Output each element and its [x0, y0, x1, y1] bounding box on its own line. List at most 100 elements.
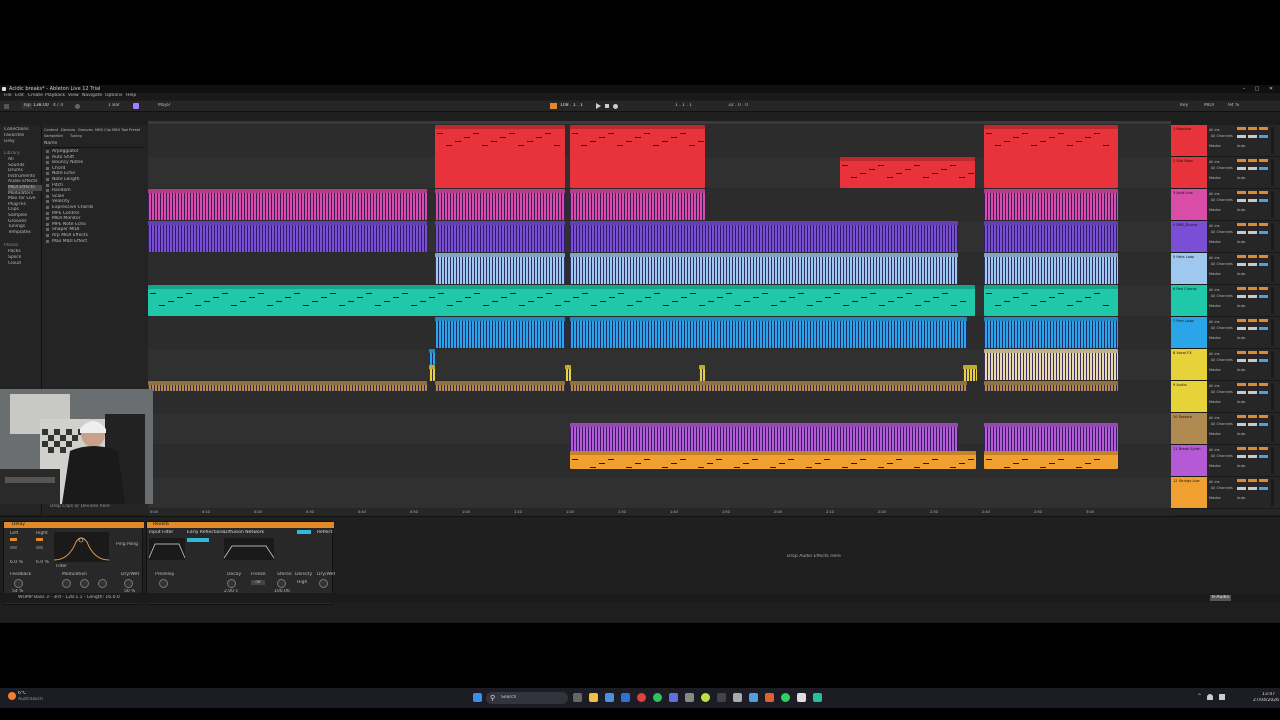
- audio-clip[interactable]: [435, 381, 565, 391]
- monitor-selector[interactable]: Auto: [1237, 335, 1245, 341]
- audio-clip[interactable]: [570, 221, 958, 252]
- audio-clip[interactable]: [148, 189, 427, 220]
- audio-clip[interactable]: [963, 365, 977, 381]
- track-arm-button[interactable]: [1259, 327, 1268, 330]
- track-name[interactable]: 11 Break Synth: [1173, 446, 1201, 452]
- ableton-icon[interactable]: [797, 693, 806, 702]
- arrangement-track-lane[interactable]: [148, 477, 1171, 509]
- audio-clip[interactable]: [699, 365, 705, 381]
- browser-item[interactable]: Random: [44, 188, 144, 193]
- mixer-track-row[interactable]: 3 Acid Line All Ins All Channels Master Auto: [1171, 189, 1280, 221]
- metronome-quantize[interactable]: 1 Bar: [108, 103, 120, 109]
- browser-filter-subtab[interactable]: Tuning: [70, 133, 82, 139]
- monitor-selector[interactable]: Auto: [1237, 239, 1245, 245]
- track-volume-field[interactable]: [1237, 287, 1246, 290]
- audio-clip[interactable]: [429, 349, 435, 365]
- mixer-track-row[interactable]: 7 Perc Loop All Ins All Channels Master Auto: [1171, 317, 1280, 349]
- browser-item[interactable]: Pitch: [44, 183, 144, 188]
- taskbar-search-box[interactable]: ⚲ Search: [486, 692, 568, 704]
- track-send-field[interactable]: [1259, 287, 1268, 290]
- track-solo-button[interactable]: [1248, 455, 1257, 458]
- track-send-field[interactable]: [1259, 479, 1268, 482]
- input-channel-selector[interactable]: All Channels: [1211, 293, 1233, 299]
- input-channel-selector[interactable]: All Channels: [1211, 357, 1233, 363]
- track-send-field[interactable]: [1259, 159, 1268, 162]
- clip-header[interactable]: [570, 451, 976, 455]
- whatsapp-icon[interactable]: [653, 693, 662, 702]
- track-send-field[interactable]: [1259, 223, 1268, 226]
- output-selector[interactable]: Master: [1209, 143, 1221, 149]
- loop-length-field[interactable]: 32 . 0 . 0: [728, 103, 748, 109]
- menu-navigate[interactable]: Navigate: [82, 93, 102, 99]
- input-channel-selector[interactable]: All Channels: [1211, 165, 1233, 171]
- track-send-field[interactable]: [1259, 415, 1268, 418]
- mixer-track-row[interactable]: 6 Pad Chords All Ins All Channels Master Aut…: [1171, 285, 1280, 317]
- play-icon[interactable]: [596, 103, 601, 109]
- clock-date[interactable]: 27/04/2026: [1253, 698, 1279, 704]
- track-header[interactable]: 8 Vocal FX: [1171, 349, 1207, 380]
- monitor-selector[interactable]: Auto: [1237, 367, 1245, 373]
- output-selector[interactable]: Master: [1209, 271, 1221, 277]
- track-arm-button[interactable]: [1259, 231, 1268, 234]
- browser-item[interactable]: Arpeggiator: [44, 149, 144, 154]
- audio-clip[interactable]: [429, 365, 435, 381]
- browser-filter-subtab[interactable]: Sample: [44, 133, 57, 139]
- track-solo-button[interactable]: [1248, 167, 1257, 170]
- track-name[interactable]: 2 Sub Bass: [1173, 158, 1193, 164]
- track-solo-button[interactable]: [1248, 359, 1257, 362]
- browser-item[interactable]: Shaper MIDI: [44, 227, 144, 232]
- input-channel-selector[interactable]: All Channels: [1211, 261, 1233, 267]
- delay-sync-left[interactable]: [10, 538, 17, 541]
- track-arm-button[interactable]: [1259, 391, 1268, 394]
- clip-header[interactable]: [435, 125, 565, 129]
- song-position[interactable]: 108 . 1 . 1: [560, 103, 583, 109]
- app-icon-3[interactable]: [717, 693, 726, 702]
- ext-sync-icon[interactable]: [4, 104, 9, 109]
- track-name[interactable]: 8 Vocal FX: [1173, 350, 1192, 356]
- output-selector[interactable]: Master: [1209, 463, 1221, 469]
- mixer-track-row[interactable]: 1 Bassline All Ins All Channels Master Auto: [1171, 125, 1280, 157]
- output-selector[interactable]: Master: [1209, 335, 1221, 341]
- audio-clip[interactable]: [984, 253, 1118, 284]
- midi-clip[interactable]: [840, 157, 975, 188]
- browser-item[interactable]: Max MIDI Effect: [44, 239, 144, 244]
- reverb-decay-knob[interactable]: [227, 579, 236, 588]
- track-activator-button[interactable]: [1237, 167, 1246, 170]
- browser-item[interactable]: Arp MIDI Effects: [44, 233, 144, 238]
- monitor-selector[interactable]: Auto: [1237, 431, 1245, 437]
- input-channel-selector[interactable]: All Channels: [1211, 453, 1233, 459]
- track-header[interactable]: 12 Strings Low: [1171, 477, 1207, 508]
- track-arm-button[interactable]: [1259, 167, 1268, 170]
- store-icon[interactable]: [605, 693, 614, 702]
- browser-item[interactable]: Bouncy Notes: [44, 160, 144, 165]
- input-channel-selector[interactable]: All Channels: [1211, 133, 1233, 139]
- output-selector[interactable]: Master: [1209, 431, 1221, 437]
- audio-clip[interactable]: [984, 423, 1118, 453]
- audio-clip[interactable]: [570, 381, 967, 391]
- key-map-button[interactable]: Key: [1180, 103, 1188, 109]
- browser-filter-tab[interactable]: MIDI Tool: [112, 127, 128, 133]
- weather-icon[interactable]: [8, 692, 16, 700]
- audio-clip[interactable]: [570, 317, 967, 348]
- monitor-selector[interactable]: Auto: [1237, 207, 1245, 213]
- clip-header[interactable]: [570, 125, 705, 129]
- track-pan-field[interactable]: [1248, 319, 1257, 322]
- menu-file[interactable]: File: [4, 93, 12, 99]
- reverb-density-value[interactable]: High: [297, 580, 307, 586]
- track-send-field[interactable]: [1259, 447, 1268, 450]
- audio-clip[interactable]: [984, 349, 1118, 380]
- track-solo-button[interactable]: [1248, 199, 1257, 202]
- tempo-field[interactable]: 138.00: [33, 103, 49, 109]
- track-solo-button[interactable]: [1248, 423, 1257, 426]
- track-arm-button[interactable]: [1259, 199, 1268, 202]
- track-solo-button[interactable]: [1248, 327, 1257, 330]
- track-arm-button[interactable]: [1259, 295, 1268, 298]
- track-send-field[interactable]: [1259, 319, 1268, 322]
- track-solo-button[interactable]: [1248, 391, 1257, 394]
- track-name[interactable]: 3 Acid Line: [1173, 190, 1193, 196]
- midi-clip[interactable]: [148, 285, 975, 316]
- reverb-stereo-knob[interactable]: [277, 579, 286, 588]
- menu-help[interactable]: Help: [126, 93, 136, 99]
- monitor-selector[interactable]: Auto: [1237, 463, 1245, 469]
- track-pan-field[interactable]: [1248, 383, 1257, 386]
